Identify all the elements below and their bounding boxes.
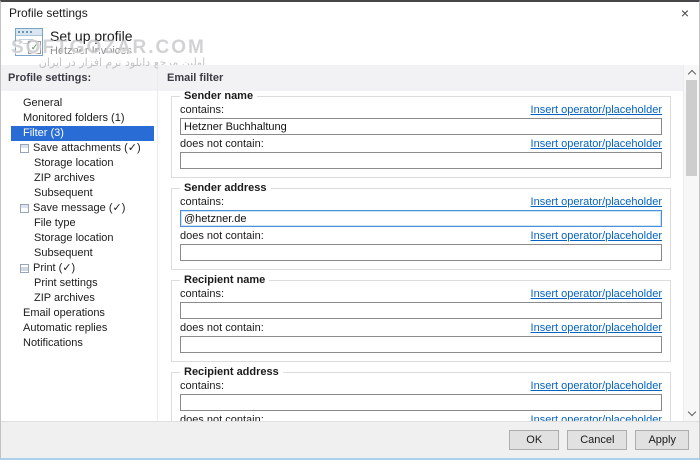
group-title: Sender name [180,91,257,103]
window-title: Profile settings [9,6,88,20]
sidebar-item-email-operations[interactable]: Email operations [1,306,157,321]
sidebar-item-label: ZIP archives [34,171,95,186]
field-label: does not contain: [180,414,264,421]
sidebar: Profile settings: GeneralMonitored folde… [1,65,158,421]
sidebar-list: GeneralMonitored folders (1)Filter (3)Sa… [1,91,157,421]
sidebar-item-label: Subsequent [34,246,93,261]
filter-form: Sender name contains: Insert operator/pl… [158,91,699,421]
sender-address-does-not-contain-input[interactable] [180,244,662,261]
sidebar-item-print[interactable]: Print (✓) [1,261,157,276]
sidebar-item-label: Subsequent [34,186,93,201]
field-label: contains: [180,380,224,392]
profile-window-icon: ✓ [15,28,43,56]
insert-operator-link[interactable]: Insert operator/placeholder [531,288,662,300]
sidebar-item-general[interactable]: General [1,96,157,111]
main-panel: Email filter Sender name contains: Inser… [158,65,699,421]
sidebar-item-zip-archives[interactable]: ZIP archives [1,291,157,306]
group-sender-name: Sender name contains: Insert operator/pl… [171,96,671,178]
recipient-name-does-not-contain-input[interactable] [180,336,662,353]
insert-operator-link[interactable]: Insert operator/placeholder [531,138,662,150]
sidebar-item-label: Automatic replies [23,321,107,336]
insert-operator-link[interactable]: Insert operator/placeholder [531,380,662,392]
sidebar-item-zip-archives[interactable]: ZIP archives [1,171,157,186]
print-icon [20,264,29,273]
scrollbar[interactable] [683,65,699,421]
insert-operator-link[interactable]: Insert operator/placeholder [531,196,662,208]
sidebar-item-label: Storage location [34,156,114,171]
apply-button[interactable]: Apply [635,430,689,450]
profile-settings-dialog: Profile settings × ✓ Set up profile Hetz… [0,0,700,460]
sender-name-does-not-contain-input[interactable] [180,152,662,169]
header-subtitle: Hetzner Invoices [50,45,133,58]
save-icon [20,204,29,213]
field-label: contains: [180,104,224,116]
insert-operator-link[interactable]: Insert operator/placeholder [531,414,662,421]
group-title: Recipient address [180,366,283,379]
sidebar-item-subsequent[interactable]: Subsequent [1,186,157,201]
scrollbar-thumb[interactable] [686,80,697,176]
sidebar-item-storage-location[interactable]: Storage location [1,156,157,171]
sidebar-item-subsequent[interactable]: Subsequent [1,246,157,261]
field-label: contains: [180,196,224,208]
sidebar-item-label: General [23,96,62,111]
sidebar-item-file-type[interactable]: File type [1,216,157,231]
field-label: does not contain: [180,322,264,334]
dialog-header: ✓ Set up profile Hetzner Invoices SOFTGO… [1,23,699,65]
sidebar-item-label: Storage location [34,231,114,246]
group-sender-address: Sender address contains: Insert operator… [171,188,671,270]
field-label: does not contain: [180,138,264,150]
scroll-down-icon[interactable] [684,406,699,421]
insert-operator-link[interactable]: Insert operator/placeholder [531,104,662,116]
dialog-footer: OK Cancel Apply [1,421,699,458]
insert-operator-link[interactable]: Insert operator/placeholder [531,230,662,242]
sidebar-item-save-attachments[interactable]: Save attachments (✓) [1,141,157,156]
sidebar-item-label: Print (✓) [33,261,75,276]
close-icon[interactable]: × [681,6,689,20]
scroll-up-icon[interactable] [684,65,699,80]
sidebar-item-print-settings[interactable]: Print settings [1,276,157,291]
sidebar-item-save-message[interactable]: Save message (✓) [1,201,157,216]
sender-address-contains-input[interactable] [180,210,662,227]
scrollbar-track[interactable] [684,80,699,406]
sidebar-header: Profile settings: [1,65,157,91]
sidebar-item-label: Filter (3) [23,126,64,141]
page-title: Email filter [158,65,699,91]
sidebar-item-monitored-folders-1[interactable]: Monitored folders (1) [1,111,157,126]
field-label: does not contain: [180,230,264,242]
sidebar-item-automatic-replies[interactable]: Automatic replies [1,321,157,336]
save-icon [20,144,29,153]
ok-button[interactable]: OK [509,430,559,450]
sidebar-item-label: ZIP archives [34,291,95,306]
sidebar-item-label: Notifications [23,336,83,351]
sidebar-item-notifications[interactable]: Notifications [1,336,157,351]
insert-operator-link[interactable]: Insert operator/placeholder [531,322,662,334]
sidebar-item-label: File type [34,216,76,231]
sidebar-item-label: Print settings [34,276,98,291]
title-bar: Profile settings × [1,2,699,23]
sidebar-item-label: Email operations [23,306,105,321]
sidebar-item-filter-3[interactable]: Filter (3) [11,126,154,141]
header-title: Set up profile [50,28,133,45]
group-recipient-name: Recipient name contains: Insert operator… [171,280,671,362]
field-label: contains: [180,288,224,300]
cancel-button[interactable]: Cancel [567,430,627,450]
group-recipient-address: Recipient address contains: Insert opera… [171,372,671,421]
recipient-address-contains-input[interactable] [180,394,662,411]
sidebar-item-label: Save message (✓) [33,201,125,216]
recipient-name-contains-input[interactable] [180,302,662,319]
sidebar-item-label: Save attachments (✓) [33,141,141,156]
group-title: Recipient name [180,274,269,287]
sender-name-contains-input[interactable] [180,118,662,135]
sidebar-item-storage-location[interactable]: Storage location [1,231,157,246]
sidebar-item-label: Monitored folders (1) [23,111,125,126]
group-title: Sender address [180,182,271,195]
